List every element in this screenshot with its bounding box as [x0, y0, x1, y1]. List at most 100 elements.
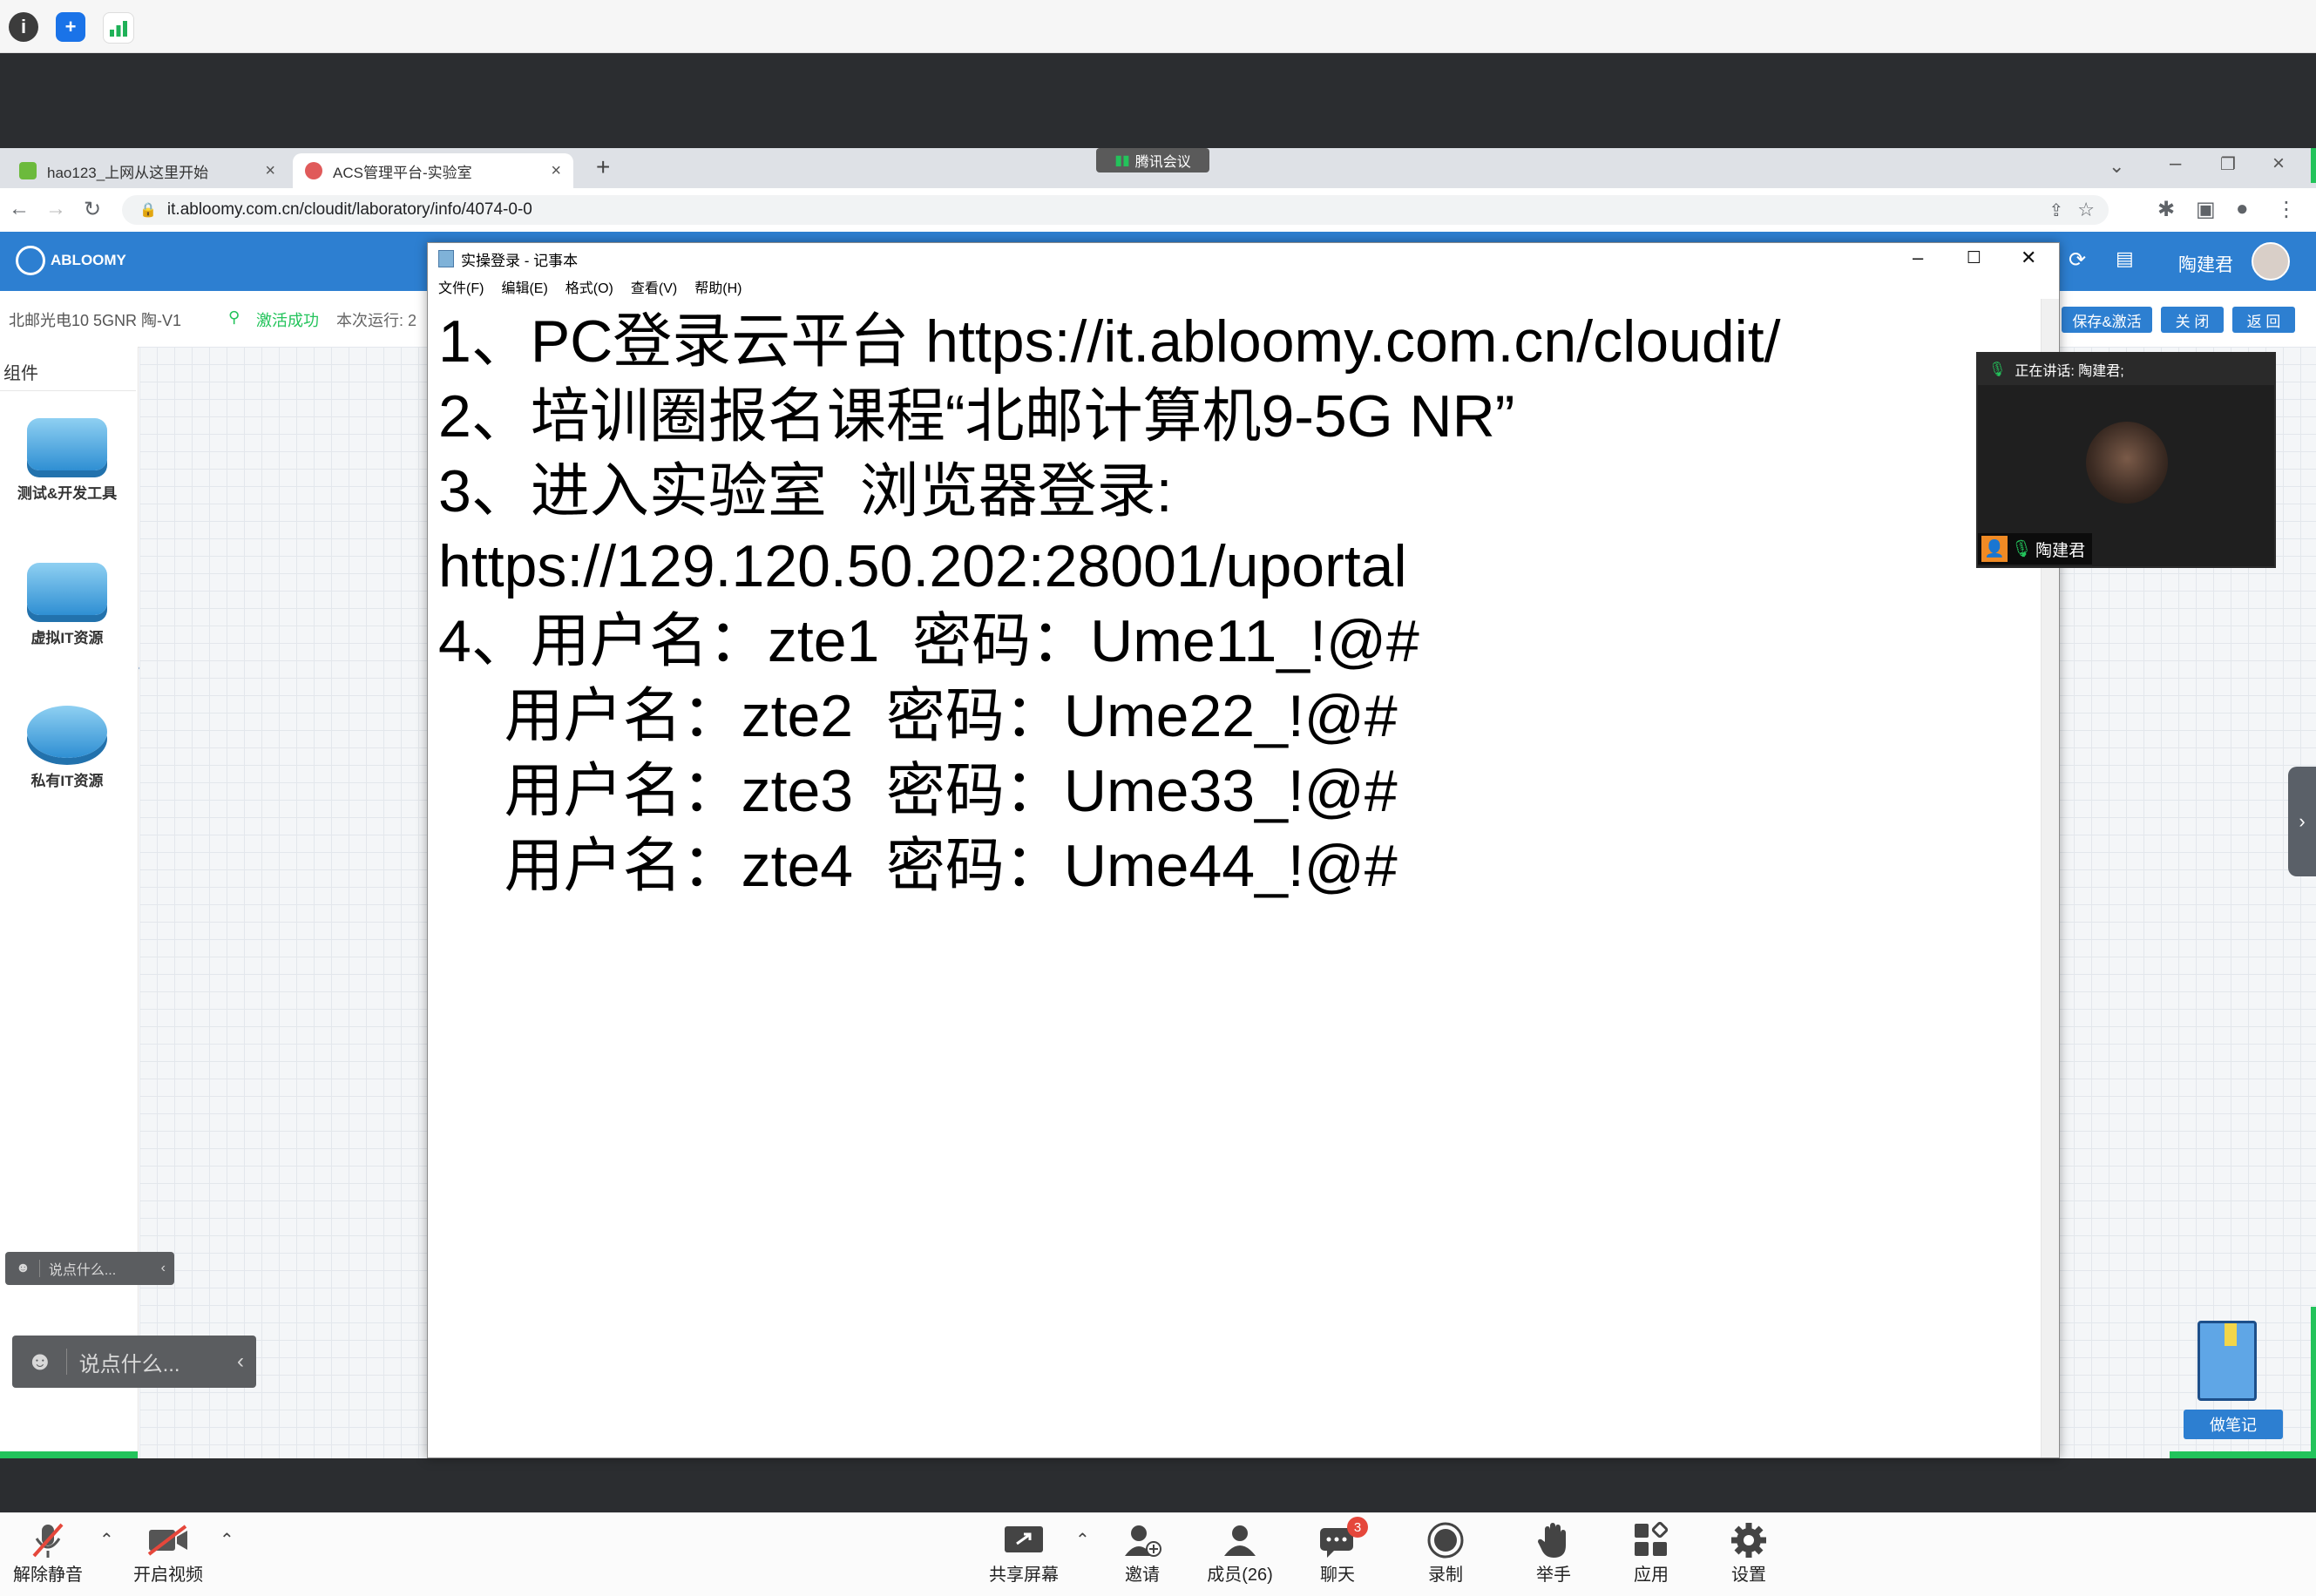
tool-virtual-it[interactable]: 虚拟IT资源	[0, 563, 134, 647]
share-border	[2311, 1307, 2316, 1458]
button-label: 录制	[1428, 1566, 1463, 1585]
unmute-button[interactable]: 解除静音	[0, 1520, 96, 1586]
back-icon[interactable]: ←	[9, 197, 30, 221]
text-line: 用户名：zte3 密码：Ume33_!@#	[438, 758, 1398, 824]
info-icon[interactable]: i	[9, 12, 38, 42]
tab-hao123[interactable]: hao123_上网从这里开始 ×	[7, 153, 288, 188]
signal-icon: ▮▮	[1114, 153, 1130, 168]
save-activate-button[interactable]: 保存&激活	[2062, 307, 2152, 333]
apps-button[interactable]: 应用	[1603, 1520, 1699, 1586]
tool-private-it[interactable]: 私有IT资源	[0, 706, 134, 790]
meeting-indicator[interactable]: ▮▮ 腾讯会议	[1096, 148, 1209, 172]
chat-input-small[interactable]: ☻ 说点什么... ‹	[5, 1252, 174, 1285]
address-input[interactable]: 🔒 it.abloomy.com.cn/cloudit/laboratory/i…	[122, 195, 2109, 225]
tool-label: 私有IT资源	[30, 773, 104, 789]
close-tab-icon[interactable]: ×	[265, 161, 275, 181]
notepad-text-area[interactable]: 1、PC登录云平台 https://it.abloomy.com.cn/clou…	[438, 304, 2024, 1437]
menu-help[interactable]: 帮助(H)	[694, 276, 742, 297]
maximize-icon[interactable]: ☐	[1967, 248, 1981, 268]
close-button[interactable]: 关 闭	[2161, 307, 2224, 333]
menu-dots-icon[interactable]: ⋮	[2276, 197, 2297, 222]
menu-view[interactable]: 查看(V)	[631, 276, 677, 297]
status-text: 激活成功	[256, 312, 319, 329]
back-button[interactable]: 返 回	[2232, 307, 2295, 333]
button-label: 成员(26)	[1207, 1566, 1273, 1585]
logo-icon	[16, 246, 45, 275]
divider	[65, 1349, 67, 1375]
chat-icon: 3	[1290, 1517, 1385, 1560]
button-label: 邀请	[1125, 1566, 1160, 1585]
tab-search-icon[interactable]: ⌄	[2109, 155, 2124, 178]
chevron-up-icon[interactable]: ⌃	[99, 1529, 114, 1551]
share-screen-button[interactable]: 共享屏幕	[976, 1520, 1072, 1586]
divider	[0, 390, 136, 391]
chat-badge: 3	[1347, 1517, 1368, 1538]
bookmark-star-icon[interactable]: ☆	[2077, 199, 2095, 221]
document-icon[interactable]: ▤	[2116, 247, 2134, 270]
bookmark-ribbon	[2225, 1323, 2237, 1346]
refresh-icon[interactable]: ⟳	[2069, 247, 2086, 273]
signal-bars-icon[interactable]	[103, 12, 134, 44]
close-tab-icon[interactable]: ×	[551, 161, 561, 181]
minimize-icon[interactable]: –	[1913, 247, 1923, 269]
meeting-indicator-label: 腾讯会议	[1134, 155, 1191, 170]
side-expand-handle[interactable]: ›	[2288, 767, 2316, 876]
tab-label: ACS管理平台-实验室	[333, 164, 472, 181]
text-line: https://129.120.50.202:28001/uportal	[438, 533, 1407, 599]
user-name[interactable]: 陶建君	[2178, 251, 2233, 277]
test-tools-icon	[27, 418, 107, 470]
divider	[38, 1260, 40, 1277]
reload-icon[interactable]: ↻	[84, 197, 101, 222]
tool-test-dev[interactable]: 测试&开发工具	[0, 418, 134, 503]
avatar[interactable]	[2252, 242, 2290, 281]
chat-button[interactable]: 3 聊天	[1290, 1517, 1385, 1586]
shield-icon[interactable]: +	[56, 12, 85, 42]
minimize-icon[interactable]: –	[2170, 152, 2181, 176]
record-button[interactable]: 录制	[1398, 1520, 1493, 1586]
collapse-icon[interactable]: ‹	[237, 1349, 244, 1374]
button-label: 共享屏幕	[989, 1566, 1059, 1585]
notepad-titlebar[interactable]: 实操登录 - 记事本 – ☐ ✕	[428, 243, 2059, 274]
collapse-icon[interactable]: ‹	[161, 1261, 166, 1276]
restore-icon[interactable]: ❐	[2220, 153, 2236, 175]
close-icon[interactable]: ✕	[2021, 247, 2036, 269]
menu-edit[interactable]: 编辑(E)	[501, 276, 547, 297]
chat-input-large[interactable]: ☻ 说点什么... ‹	[12, 1336, 256, 1388]
emoji-icon[interactable]: ☻	[26, 1347, 54, 1376]
record-icon	[1398, 1520, 1493, 1560]
share-icon[interactable]: ⇪	[2049, 200, 2064, 221]
abloomy-favicon	[305, 162, 322, 179]
menu-format[interactable]: 格式(O)	[565, 276, 613, 297]
new-tab-button[interactable]: +	[596, 153, 610, 181]
notes-widget[interactable]: 做笔记	[2184, 1315, 2285, 1446]
emoji-icon[interactable]: ☻	[16, 1261, 30, 1276]
meeting-toolbar: 解除静音 ⌃ 开启视频 ⌃ 共享屏幕 ⌃ 邀请 成员(26) 3 聊天 录制 举…	[0, 1512, 2316, 1596]
button-label: 举手	[1536, 1566, 1571, 1585]
start-video-button[interactable]: 开启视频	[120, 1520, 216, 1586]
profile-icon[interactable]: ●	[2236, 197, 2249, 221]
tab-acs[interactable]: ACS管理平台-实验室 ×	[293, 153, 573, 188]
hao123-favicon	[19, 162, 37, 179]
apps-icon	[1603, 1520, 1699, 1560]
button-label: 解除静音	[13, 1566, 83, 1585]
raise-hand-button[interactable]: 举手	[1506, 1520, 1602, 1586]
close-window-icon[interactable]: ×	[2272, 152, 2285, 176]
speaking-bar: 🎙 正在讲话: 陶建君;	[1978, 354, 2274, 385]
take-notes-button[interactable]: 做笔记	[2184, 1410, 2283, 1439]
sidebar-icon[interactable]: ▣	[2196, 197, 2216, 222]
chevron-up-icon[interactable]: ⌃	[1075, 1529, 1090, 1551]
extensions-icon[interactable]: ✱	[2157, 197, 2175, 222]
abloomy-logo[interactable]: ABLOOMY	[16, 246, 126, 275]
camera-off-icon	[120, 1520, 216, 1560]
menu-file[interactable]: 文件(F)	[438, 276, 484, 297]
participant-name-tag: 👤 🎙 陶建君	[1978, 533, 2093, 565]
notepad-menubar: 文件(F) 编辑(E) 格式(O) 查看(V) 帮助(H)	[428, 274, 2059, 299]
chevron-up-icon[interactable]: ⌃	[220, 1529, 234, 1551]
invite-button[interactable]: 邀请	[1094, 1520, 1190, 1586]
forward-icon[interactable]: →	[45, 197, 66, 221]
invite-icon	[1094, 1520, 1190, 1560]
settings-button[interactable]: 设置	[1701, 1520, 1797, 1586]
notepad-window: 实操登录 - 记事本 – ☐ ✕ 文件(F) 编辑(E) 格式(O) 查看(V)…	[427, 242, 2060, 1458]
video-tile[interactable]: 🎙 正在讲话: 陶建君; 👤 🎙 陶建君	[1976, 352, 2276, 568]
members-button[interactable]: 成员(26)	[1192, 1520, 1288, 1586]
